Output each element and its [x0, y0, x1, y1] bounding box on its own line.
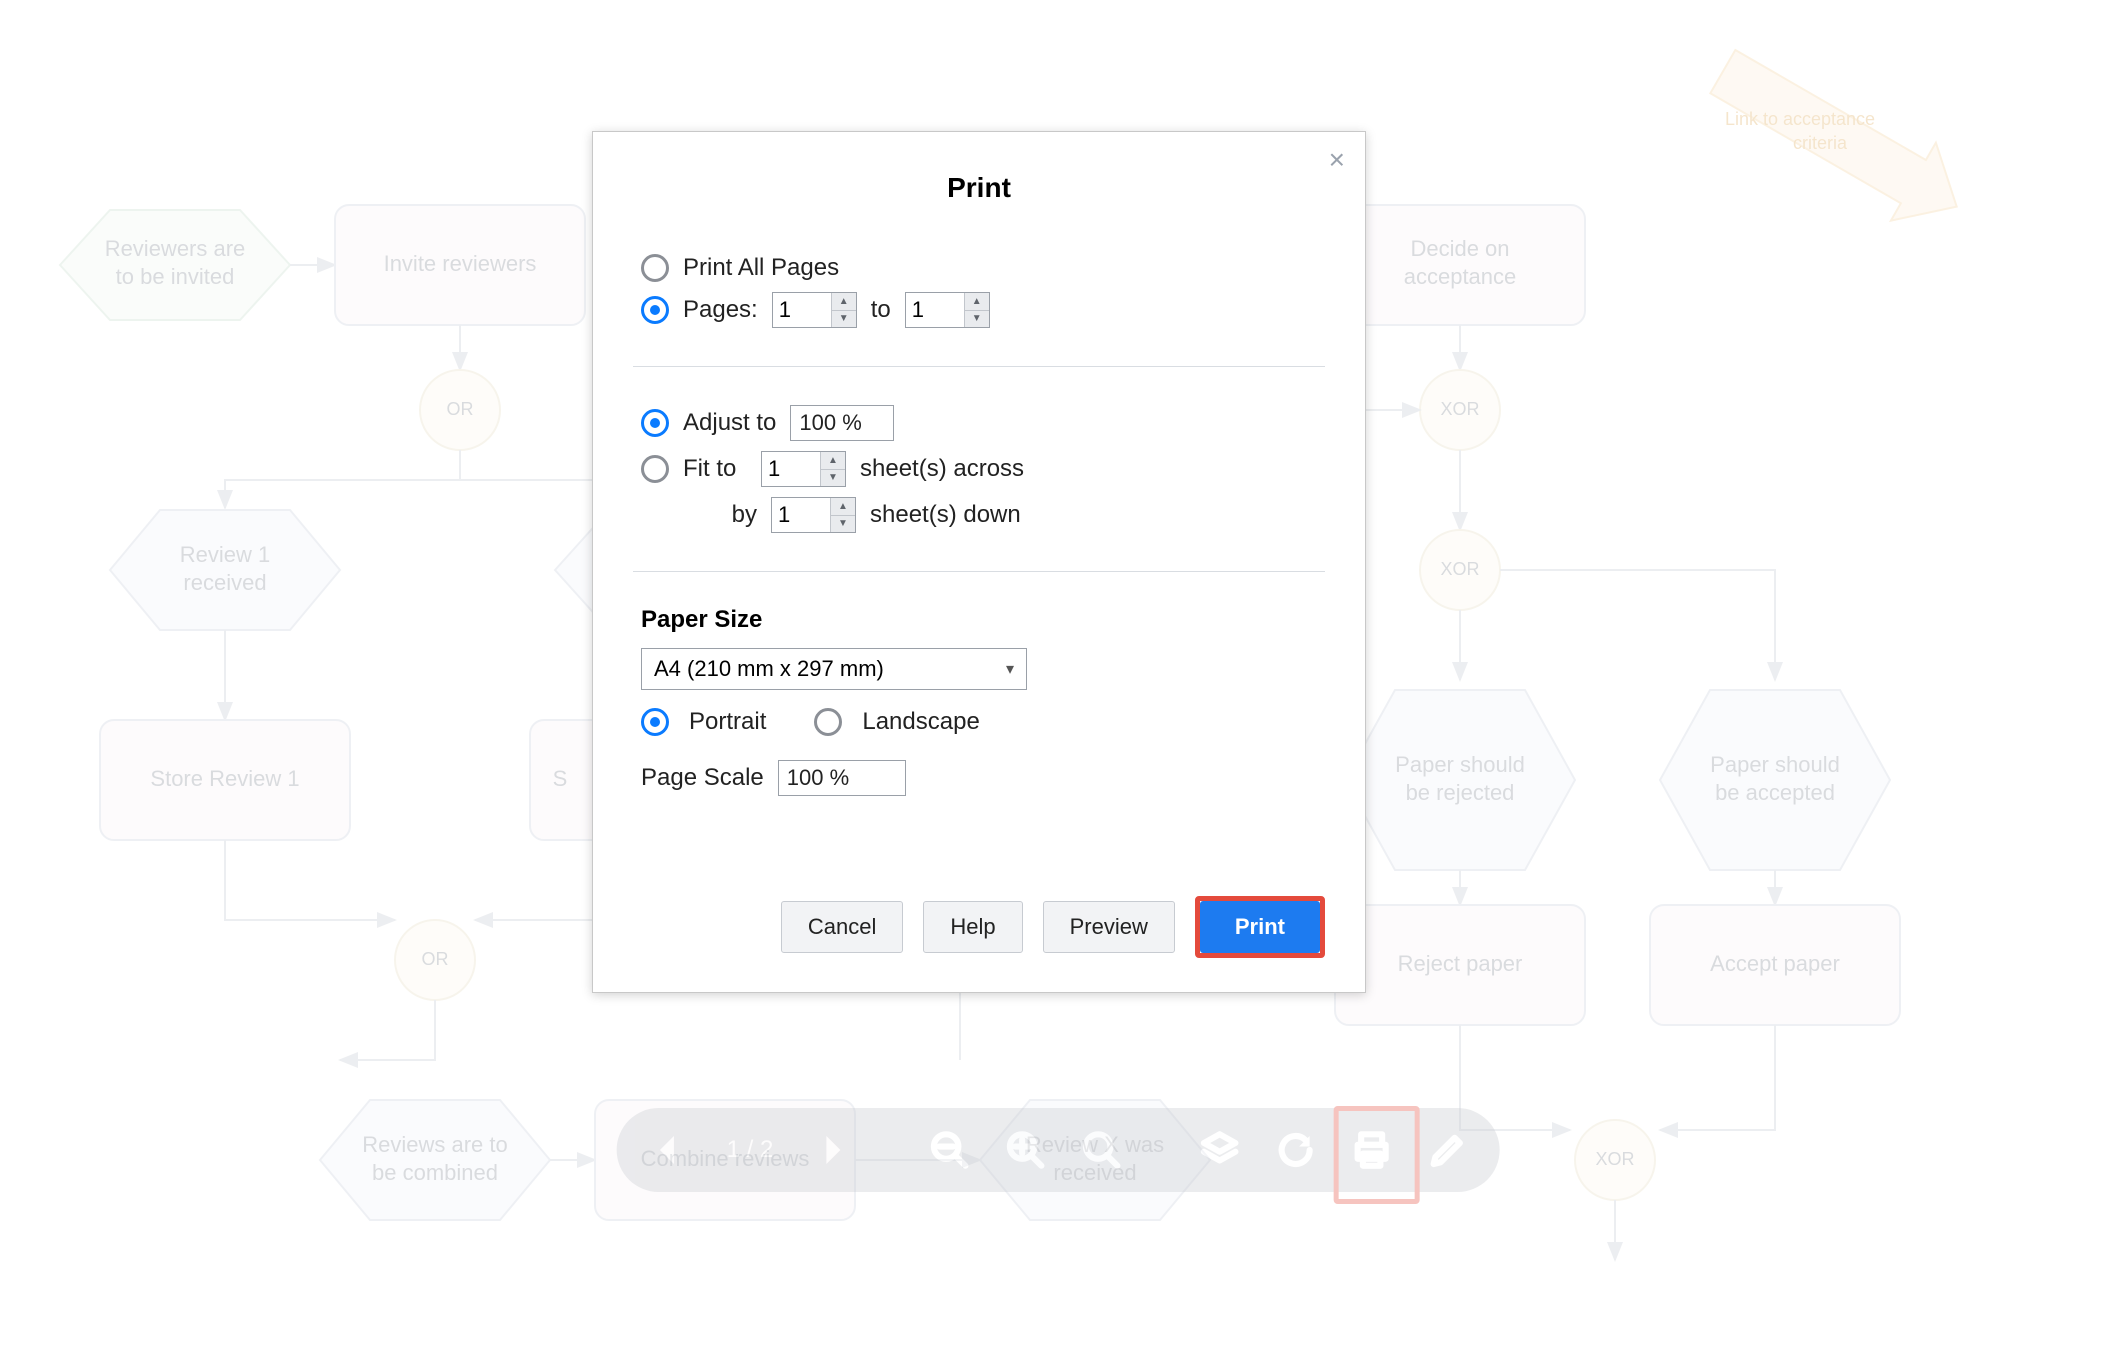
sheets-down-label: sheet(s) down [870, 501, 1021, 529]
pages-to-input[interactable] [906, 293, 964, 327]
chevron-down-icon: ▾ [1006, 659, 1014, 679]
diagram-combine-1: Reviews are to [362, 1132, 508, 1157]
refresh-icon[interactable] [1271, 1126, 1319, 1174]
diagram-xor-2: XOR [1440, 559, 1479, 579]
paper-size-heading: Paper Size [641, 606, 1317, 634]
diagram-prej-1: Paper should [1395, 752, 1525, 777]
page-range-section: Print All Pages Pages: ▲▼ to ▲▼ [633, 238, 1325, 344]
stepper-down-icon[interactable]: ▼ [965, 311, 989, 328]
radio-pages[interactable] [641, 296, 669, 324]
diagram-or-1: OR [447, 399, 474, 419]
portrait-label: Portrait [689, 708, 766, 736]
dialog-title: Print [633, 172, 1325, 204]
print-button[interactable]: Print [1200, 901, 1320, 953]
diagram-decide-2: acceptance [1404, 264, 1517, 289]
diagram-combine-2: be combined [372, 1160, 498, 1185]
diagram-rev1-2: received [183, 570, 266, 595]
radio-landscape[interactable] [814, 708, 842, 736]
diagram-decide-1: Decide on [1410, 236, 1509, 261]
cancel-button[interactable]: Cancel [781, 901, 903, 953]
diagram-prej-2: be rejected [1406, 780, 1515, 805]
diagram-store-s: S [553, 766, 568, 791]
prev-page-icon[interactable] [645, 1126, 693, 1174]
pages-from-stepper[interactable]: ▲▼ [772, 292, 857, 328]
radio-adjust-to[interactable] [641, 409, 669, 437]
pages-to-label: to [871, 296, 891, 324]
stepper-up-icon[interactable]: ▲ [821, 452, 845, 470]
radio-fit-to[interactable] [641, 455, 669, 483]
radio-print-all[interactable] [641, 254, 669, 282]
stepper-down-icon[interactable]: ▼ [831, 516, 855, 533]
close-icon[interactable]: × [1329, 146, 1345, 174]
fit-to-label: Fit to [683, 455, 747, 483]
next-page-icon[interactable] [807, 1126, 855, 1174]
diagram-pacc-2: be accepted [1715, 780, 1835, 805]
diagram-xor-3: XOR [1595, 1149, 1634, 1169]
diagram-pacc-1: Paper should [1710, 752, 1840, 777]
print-all-label: Print All Pages [683, 254, 839, 282]
adjust-to-value[interactable]: 100 % [790, 405, 894, 441]
dialog-button-bar: Cancel Help Preview Print [633, 896, 1325, 958]
diagram-link-criteria: Link to acceptance [1725, 109, 1875, 129]
radio-portrait[interactable] [641, 708, 669, 736]
sheets-across-stepper[interactable]: ▲▼ [761, 451, 846, 487]
sheets-down-input[interactable] [772, 498, 830, 532]
stepper-up-icon[interactable]: ▲ [832, 293, 856, 311]
diagram-rev1-1: Review 1 [180, 542, 270, 567]
viewer-toolbar: 1 / 2 [617, 1108, 1500, 1192]
paper-section: Paper Size A4 (210 mm x 297 mm) ▾ Portra… [633, 594, 1325, 812]
sheets-down-stepper[interactable]: ▲▼ [771, 497, 856, 533]
print-icon[interactable] [1347, 1126, 1395, 1174]
diagram-or-2: OR [422, 949, 449, 969]
stepper-down-icon[interactable]: ▼ [832, 311, 856, 328]
paper-size-select[interactable]: A4 (210 mm x 297 mm) ▾ [641, 648, 1027, 690]
print-button-highlight: Print [1195, 896, 1325, 958]
search-icon[interactable] [1077, 1126, 1125, 1174]
scaling-section: Adjust to 100 % Fit to ▲▼ sheet(s) acros… [633, 389, 1325, 549]
pages-from-input[interactable] [773, 293, 831, 327]
layers-icon[interactable] [1195, 1126, 1243, 1174]
sheets-across-input[interactable] [762, 452, 820, 486]
by-label: by [727, 501, 757, 529]
page-indicator: 1 / 2 [721, 1136, 780, 1164]
preview-button[interactable]: Preview [1043, 901, 1175, 953]
paper-size-value: A4 (210 mm x 297 mm) [654, 656, 884, 682]
diagram-reviewers-invite-1: Reviewers are [105, 236, 246, 261]
stepper-up-icon[interactable]: ▲ [965, 293, 989, 311]
diagram-accept-paper: Accept paper [1710, 951, 1840, 976]
sheets-across-label: sheet(s) across [860, 455, 1024, 483]
diagram-store-rev1: Store Review 1 [150, 766, 299, 791]
page-scale-value[interactable]: 100 % [778, 760, 906, 796]
diagram-link-criteria-2: criteria [1793, 133, 1848, 153]
edit-icon[interactable] [1423, 1126, 1471, 1174]
print-dialog: × Print Print All Pages Pages: ▲▼ to ▲▼ … [592, 131, 1366, 993]
stepper-down-icon[interactable]: ▼ [821, 470, 845, 487]
zoom-in-icon[interactable] [1001, 1126, 1049, 1174]
zoom-out-icon[interactable] [925, 1126, 973, 1174]
pages-label: Pages: [683, 296, 758, 324]
diagram-reviewers-invite-2: to be invited [116, 264, 235, 289]
diagram-reject-paper: Reject paper [1398, 951, 1523, 976]
page-scale-label: Page Scale [641, 764, 764, 792]
stepper-up-icon[interactable]: ▲ [831, 498, 855, 516]
landscape-label: Landscape [862, 708, 979, 736]
pages-to-stepper[interactable]: ▲▼ [905, 292, 990, 328]
diagram-invite-reviewers: Invite reviewers [384, 251, 537, 276]
help-button[interactable]: Help [923, 901, 1022, 953]
adjust-to-label: Adjust to [683, 409, 776, 437]
diagram-xor-1: XOR [1440, 399, 1479, 419]
